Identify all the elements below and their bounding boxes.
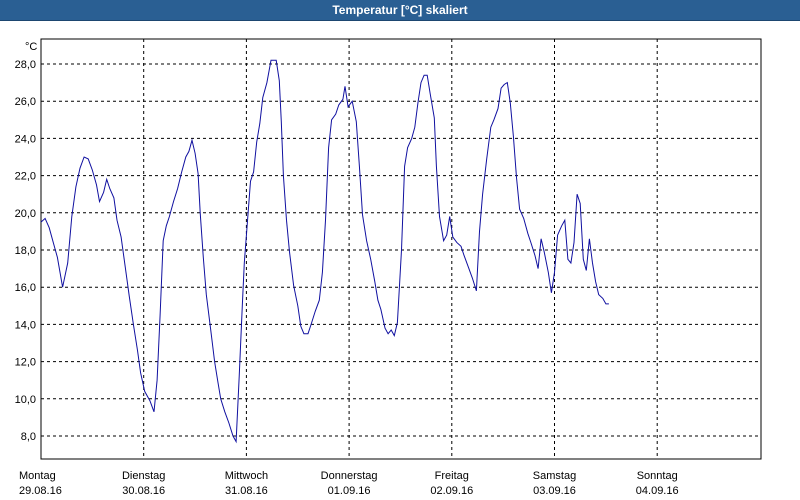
y-tick-label: 20,0 xyxy=(15,208,36,220)
y-tick-label: 18,0 xyxy=(15,245,36,257)
y-tick-label: 8,0 xyxy=(21,431,36,443)
y-tick-label: 24,0 xyxy=(15,133,36,145)
y-tick-label: 12,0 xyxy=(15,357,36,369)
x-tick-day-label: Dienstag xyxy=(122,470,165,482)
x-tick-day-label: Montag xyxy=(19,470,56,482)
temperature-chart: 8,0 10,0 12,0 14,0 16,0 18,0 20,0 22,0 24,0 26,0 2… xyxy=(15,38,762,497)
x-tick-date-label: 29.08.16 xyxy=(19,485,62,497)
x-tick-date-label: 02.09.16 xyxy=(430,485,473,497)
y-axis-unit-label: °C xyxy=(25,41,37,53)
x-tick-date-label: 01.09.16 xyxy=(328,485,371,497)
x-tick-day-label: Mittwoch xyxy=(225,470,268,482)
x-tick-day-label: Samstag xyxy=(533,470,576,482)
y-tick-label: 28,0 xyxy=(15,59,36,71)
x-axis-ticks: Montag 29.08.16 Dienstag 30.08.16 Mittwoch 31… xyxy=(19,470,679,497)
y-tick-label: 16,0 xyxy=(15,282,36,294)
y-tick-label: 14,0 xyxy=(15,319,36,331)
plot-area xyxy=(40,38,762,460)
x-tick-date-label: 04.09.16 xyxy=(636,485,679,497)
x-tick-day-label: Freitag xyxy=(435,470,469,482)
y-tick-label: 10,0 xyxy=(15,394,36,406)
x-tick-day-label: Donnerstag xyxy=(321,470,378,482)
x-tick-date-label: 30.08.16 xyxy=(122,485,165,497)
y-tick-label: 26,0 xyxy=(15,96,36,108)
x-tick-date-label: 03.09.16 xyxy=(533,485,576,497)
y-axis-ticks: 8,0 10,0 12,0 14,0 16,0 18,0 20,0 22,0 24,0 26,0 2… xyxy=(15,59,36,443)
y-tick-label: 22,0 xyxy=(15,171,36,183)
x-tick-day-label: Sonntag xyxy=(637,470,678,482)
x-tick-date-label: 31.08.16 xyxy=(225,485,268,497)
